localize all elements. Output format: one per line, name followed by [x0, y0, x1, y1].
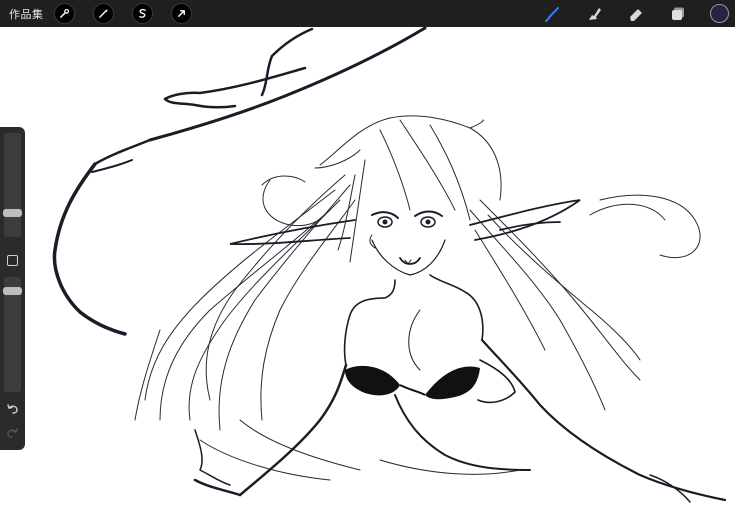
layers-button[interactable] [668, 4, 688, 24]
smudge-button[interactable] [584, 4, 604, 24]
layers-icon [672, 7, 684, 20]
actions-button[interactable] [53, 3, 75, 24]
drawing-canvas[interactable] [0, 27, 735, 511]
arrow-cursor-icon [177, 10, 185, 17]
undo-icon[interactable] [6, 403, 19, 415]
color-swatch[interactable] [710, 4, 729, 23]
brush-icon [544, 6, 559, 22]
transform-button[interactable] [170, 3, 192, 24]
right-tools [542, 0, 735, 27]
selection-button[interactable] [131, 3, 153, 24]
brush-size-thumb[interactable] [3, 209, 22, 217]
smudge-icon [589, 7, 601, 20]
opacity-thumb[interactable] [3, 287, 22, 295]
gallery-button[interactable]: 作品集 [9, 6, 44, 22]
selection-s-icon [138, 8, 146, 18]
opacity-slider[interactable] [3, 277, 22, 392]
eraser-button[interactable] [626, 4, 646, 24]
hair-strokes [134, 115, 701, 481]
left-sidebar [0, 127, 25, 450]
brush-button[interactable] [542, 4, 562, 24]
adjustments-button[interactable] [92, 3, 114, 24]
face-strokes [369, 210, 446, 276]
magic-wand-icon [98, 8, 108, 18]
redo-icon[interactable] [6, 427, 19, 439]
tail-fin-stroke [52, 27, 427, 336]
square-modify-icon[interactable] [7, 255, 18, 266]
shell-bra [345, 365, 480, 400]
top-toolbar: 作品集 [0, 0, 735, 27]
ear-fins [229, 199, 581, 246]
eraser-icon [630, 8, 642, 21]
brush-size-slider[interactable] [3, 133, 22, 237]
wrench-icon [59, 8, 69, 18]
